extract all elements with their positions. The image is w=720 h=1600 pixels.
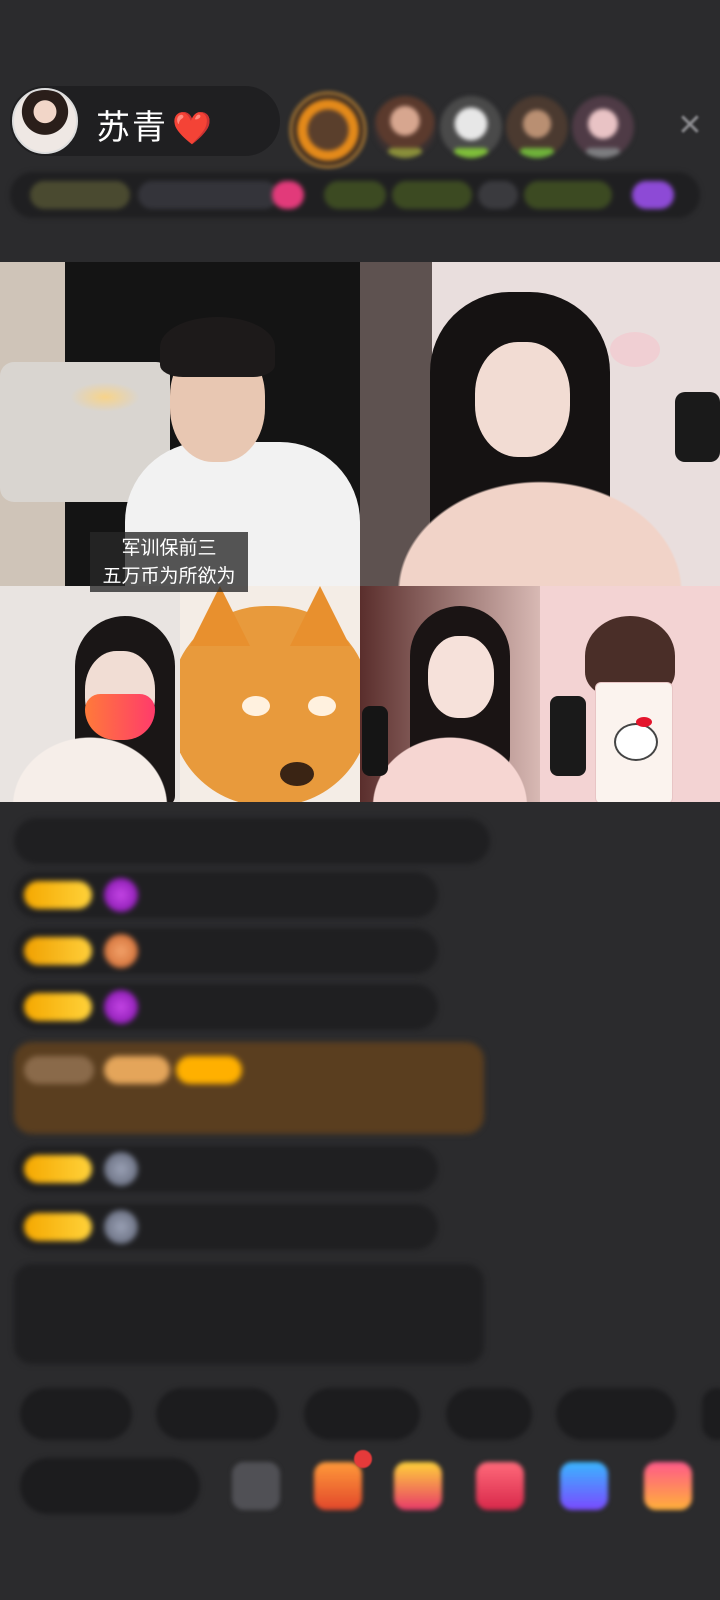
level-badge (24, 881, 92, 909)
lamp-glow (70, 382, 140, 412)
avatar-icon (104, 1210, 138, 1244)
kitty-icon (614, 723, 658, 761)
guest-shoulder (360, 452, 720, 586)
gift-chip[interactable] (272, 181, 304, 209)
close-icon[interactable]: ✕ (672, 108, 708, 144)
hello-kitty-card (595, 682, 673, 802)
level-badge (24, 1155, 92, 1183)
guest5-mic (550, 696, 586, 776)
quick-reply-button-partial[interactable] (702, 1388, 720, 1440)
video-tile-guest-4[interactable] (360, 586, 540, 802)
gift-box-icon[interactable] (314, 1462, 362, 1510)
chat-line[interactable] (14, 872, 438, 918)
chat-line[interactable] (14, 984, 438, 1030)
gem-icon (104, 878, 138, 912)
guest4-face (428, 636, 494, 718)
host-caption: 军训保前三 五万币为所欲为 (90, 532, 248, 592)
gem-icon (104, 990, 138, 1024)
quick-reply-button[interactable] (304, 1388, 420, 1440)
game-chip-4[interactable] (524, 181, 612, 209)
heart-icon: ❤️ (172, 109, 214, 147)
level-badge (176, 1056, 242, 1084)
quick-reply-button[interactable] (556, 1388, 676, 1440)
video-tile-guest-5[interactable] (540, 586, 720, 802)
gift-icon[interactable] (394, 1462, 442, 1510)
caption-line-2: 五万币为所欲为 (102, 565, 236, 587)
fans-chip[interactable] (138, 181, 278, 209)
quick-reply-button[interactable] (20, 1388, 132, 1440)
notice-badge-2 (104, 1056, 170, 1084)
chat-system-line (14, 818, 490, 864)
game-chip-2[interactable] (392, 181, 472, 209)
viewer-avatar[interactable] (374, 96, 436, 158)
host-name-text: 苏青 (96, 108, 168, 148)
chat-line[interactable] (14, 1204, 438, 1250)
store-icon[interactable] (644, 1462, 692, 1510)
video-tile-guest-3[interactable] (180, 586, 360, 802)
rocket-icon (104, 934, 138, 968)
chat-line[interactable] (14, 928, 438, 974)
more-icon[interactable] (232, 1462, 280, 1510)
video-tile-guest-1[interactable] (360, 262, 720, 586)
kitty-bow-icon (636, 717, 652, 727)
guest2-body (0, 726, 180, 802)
chat-notice[interactable] (14, 1042, 484, 1134)
viewer-avatar[interactable] (290, 92, 366, 168)
quick-reply-button[interactable] (156, 1388, 278, 1440)
notification-dot (354, 1450, 372, 1468)
shiba-nose (280, 762, 314, 786)
host-pill[interactable]: 苏青 ❤️ (10, 86, 280, 156)
info-bar (10, 172, 700, 218)
shiba-eye-left (242, 696, 270, 716)
microphone (675, 392, 720, 462)
chat-announcement (14, 1264, 484, 1364)
level-badge (24, 1213, 92, 1241)
shiba-ear-left (190, 586, 250, 646)
flowers (610, 332, 660, 367)
streamer-hair (160, 317, 275, 377)
level-badge (24, 937, 92, 965)
notice-badge-1 (24, 1056, 94, 1084)
shiba-ear-right (290, 586, 350, 646)
level-badge (24, 993, 92, 1021)
comment-input[interactable] (20, 1458, 200, 1514)
chat-line[interactable] (14, 1146, 438, 1192)
quick-reply-button[interactable] (446, 1388, 532, 1440)
viewer-avatar[interactable] (440, 96, 502, 158)
shiba-eye-right (308, 696, 336, 716)
avatar-icon (104, 1152, 138, 1186)
lucky-bag-icon[interactable] (476, 1462, 524, 1510)
game-chip-1[interactable] (324, 181, 386, 209)
more-chip[interactable] (632, 181, 674, 209)
rank-chip[interactable] (30, 181, 130, 209)
caption-line-1: 军训保前三 (121, 537, 217, 559)
guest-face (475, 342, 570, 457)
viewer-avatar[interactable] (572, 96, 634, 158)
game-chip-3[interactable] (478, 181, 518, 209)
guest4-mic (362, 706, 388, 776)
viewer-avatar[interactable] (506, 96, 568, 158)
host-name: 苏青 ❤️ (96, 100, 214, 149)
game-icon[interactable] (560, 1462, 608, 1510)
host-avatar[interactable] (12, 88, 78, 154)
video-tile-guest-2[interactable] (0, 586, 180, 802)
